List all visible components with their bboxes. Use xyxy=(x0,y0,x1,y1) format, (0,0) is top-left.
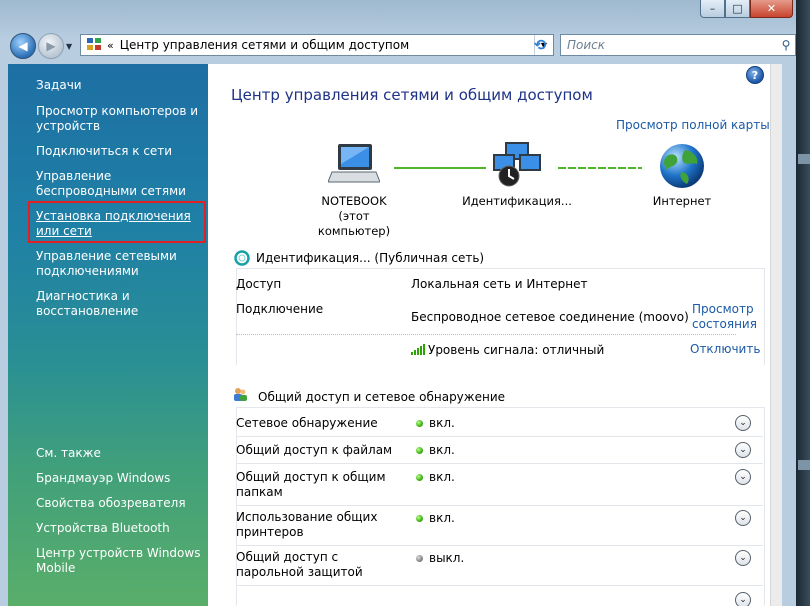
maximize-button[interactable]: □ xyxy=(725,0,750,18)
background-marker xyxy=(798,460,810,470)
sharing-row-label: Общий доступ с парольной защитой xyxy=(236,550,363,579)
back-button[interactable]: ◀ xyxy=(10,33,36,59)
row-divider xyxy=(236,436,763,437)
map-computer-name: NOTEBOOK xyxy=(321,194,387,208)
view-status-link[interactable]: Просмотр состояния xyxy=(692,302,762,332)
search-icon[interactable]: ⚲ xyxy=(777,38,795,52)
main-pane: ? Центр управления сетями и общим доступ… xyxy=(208,64,770,606)
see-also-bluetooth[interactable]: Устройства Bluetooth xyxy=(36,521,206,536)
minimize-button[interactable]: – xyxy=(700,0,725,18)
see-also-firewall[interactable]: Брандмауэр Windows xyxy=(36,471,206,486)
forward-button[interactable]: ▶ xyxy=(38,33,64,59)
help-icon[interactable]: ? xyxy=(746,66,764,84)
sharing-row-state: вкл. xyxy=(429,443,455,457)
map-internet-node[interactable]: Интернет xyxy=(632,142,732,209)
sharing-row-label: Общий доступ к общим папкам xyxy=(236,470,386,499)
signal-strength-icon xyxy=(411,344,425,355)
expand-icon[interactable]: ⌄ xyxy=(735,469,751,485)
network-status-icon xyxy=(234,250,250,266)
background-marker xyxy=(798,154,810,164)
see-also-internet-options[interactable]: Свойства обозревателя xyxy=(36,496,206,511)
expand-icon[interactable]: ⌄ xyxy=(735,592,751,606)
row-divider xyxy=(236,545,763,546)
sidebar-item-diagnostics[interactable]: Диагностика и восстановление xyxy=(36,289,206,319)
link-network-internet xyxy=(558,167,642,169)
control-panel-icon xyxy=(87,38,103,52)
sidebar-item-setup-connection[interactable]: Установка подключения или сети xyxy=(36,209,206,239)
row-divider xyxy=(236,505,763,506)
map-computer-node[interactable]: NOTEBOOK (этот компьютер) xyxy=(304,142,404,239)
see-also-mobile-center[interactable]: Центр устройств Windows Mobile xyxy=(36,546,206,576)
row-divider xyxy=(236,463,763,464)
address-separator: « xyxy=(107,38,114,52)
row-divider xyxy=(236,585,763,586)
sharing-section-title: Общий доступ и сетевое обнаружение xyxy=(258,390,506,404)
status-on-icon xyxy=(416,447,423,454)
expand-icon[interactable]: ⌄ xyxy=(735,550,751,566)
caption-buttons: – □ ✕ xyxy=(700,0,793,18)
view-full-map-link[interactable]: Просмотр полной карты xyxy=(616,118,770,132)
sharing-row-label: Общий доступ к файлам xyxy=(236,443,393,457)
status-off-icon xyxy=(416,555,423,562)
sidebar-item-manage-connections[interactable]: Управление сетевыми подключениями xyxy=(36,249,206,279)
sharing-icon xyxy=(234,388,247,401)
expand-icon[interactable]: ⌄ xyxy=(735,415,751,431)
navigation-bar: ◀ ▶ ▼ « Центр управления сетями и общим … xyxy=(8,30,796,60)
access-value: Локальная сеть и Интернет xyxy=(411,277,588,291)
notebook-icon xyxy=(327,144,381,183)
window-frame: – □ ✕ ◀ ▶ ▼ « Центр управления сетями и … xyxy=(0,0,797,606)
sharing-row-state: вкл. xyxy=(429,511,455,525)
signal-strength-text: Уровень сигнала: отличный xyxy=(428,343,605,357)
sharing-row-state: выкл. xyxy=(429,551,465,565)
tasks-header: Задачи xyxy=(36,78,82,92)
recent-pages-dropdown[interactable]: ▼ xyxy=(66,42,72,51)
connection-value: Беспроводное сетевое соединение (moovo) xyxy=(411,310,689,324)
refresh-button[interactable]: ⟲ xyxy=(528,34,552,56)
globe-icon xyxy=(660,144,704,188)
expand-icon[interactable]: ⌄ xyxy=(735,442,751,458)
close-button[interactable]: ✕ xyxy=(750,0,793,18)
vertical-scrollbar[interactable] xyxy=(770,64,782,606)
disconnect-link[interactable]: Отключить xyxy=(690,342,760,357)
see-also-header: См. также xyxy=(36,446,101,460)
sharing-row-state: вкл. xyxy=(429,470,455,484)
task-sidebar: Задачи Просмотр компьютеров и устройств … xyxy=(8,64,208,606)
map-internet-name: Интернет xyxy=(652,194,712,208)
sidebar-item-wireless[interactable]: Управление беспроводными сетями xyxy=(36,169,206,199)
sharing-row-label: Сетевое обнаружение xyxy=(236,416,378,430)
network-section-title: Идентификация... (Публичная сеть) xyxy=(256,251,485,265)
sharing-row-state: вкл. xyxy=(429,416,455,430)
sidebar-item-connect[interactable]: Подключиться к сети xyxy=(36,144,206,159)
map-network-node[interactable]: Идентификация... xyxy=(462,142,572,209)
sidebar-item-view-computers[interactable]: Просмотр компьютеров и устройств xyxy=(36,104,206,134)
search-input[interactable]: Поиск xyxy=(561,38,777,52)
content-area: Задачи Просмотр компьютеров и устройств … xyxy=(8,64,782,606)
address-bar[interactable]: « Центр управления сетями и общим доступ… xyxy=(80,34,554,56)
network-icon xyxy=(493,142,541,187)
map-network-name: Идентификация... xyxy=(462,194,572,208)
dotted-separator xyxy=(236,334,736,335)
sharing-row-label: Использование общих принтеров xyxy=(236,510,378,539)
connection-label: Подключение xyxy=(236,302,324,316)
status-on-icon xyxy=(416,474,423,481)
map-computer-sub: (этот компьютер) xyxy=(317,209,391,238)
search-box[interactable]: Поиск ⚲ xyxy=(560,34,796,56)
status-on-icon xyxy=(416,515,423,522)
expand-icon[interactable]: ⌄ xyxy=(735,510,751,526)
status-on-icon xyxy=(416,420,423,427)
access-label: Доступ xyxy=(236,277,282,291)
address-text[interactable]: Центр управления сетями и общим доступом xyxy=(120,38,534,52)
page-title: Центр управления сетями и общим доступом xyxy=(231,86,593,104)
desktop-background-strip xyxy=(796,0,810,606)
